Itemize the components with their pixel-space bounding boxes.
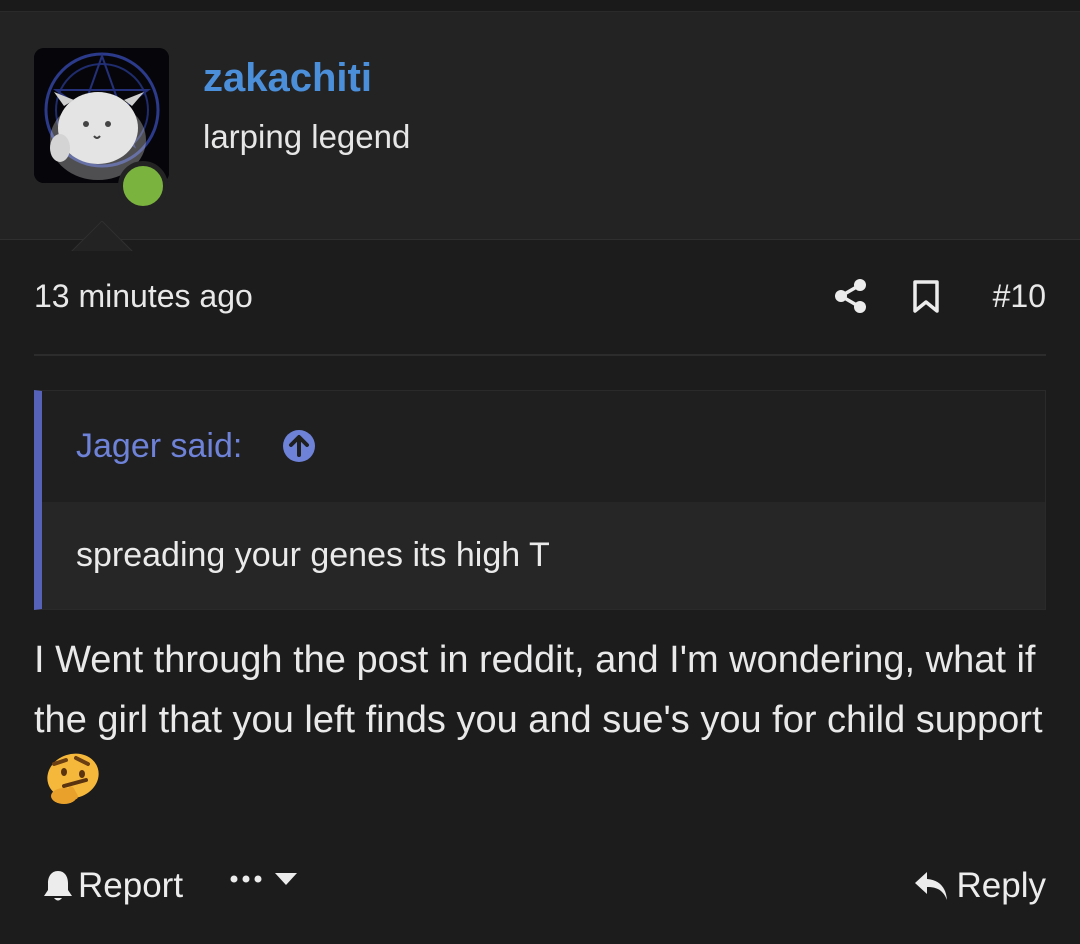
reply-arrow-icon	[914, 872, 947, 900]
username[interactable]: zakachiti	[203, 56, 372, 101]
user-title: larping legend	[203, 118, 411, 155]
top-bar	[0, 0, 1080, 12]
post-actions: Report Reply	[34, 858, 1046, 912]
header-pointer-arrow	[70, 221, 134, 253]
online-status-indicator	[118, 161, 168, 211]
reply-button[interactable]: Reply	[913, 866, 1046, 906]
report-label: Report	[78, 866, 184, 905]
caret-down-icon	[275, 873, 297, 885]
quote-text: spreading your genes its high T	[76, 536, 550, 574]
quote-block: Jager said: spreading your genes its hig…	[34, 390, 1046, 610]
post-number[interactable]: #10	[993, 278, 1046, 315]
divider	[34, 354, 1046, 356]
quote-author[interactable]: Jager said:	[76, 427, 242, 466]
arrow-up-circle-icon[interactable]	[282, 429, 316, 463]
post-meta-row: 13 minutes ago #10	[34, 270, 1046, 330]
share-icon[interactable]	[834, 278, 868, 314]
quote-body: spreading your genes its high T	[42, 502, 1045, 609]
bookmark-icon[interactable]	[912, 280, 940, 314]
user-header: zakachiti larping legend	[0, 12, 1080, 253]
thinking-face-emoji	[47, 753, 99, 804]
post-message: I Went through the post in reddit, and I…	[34, 630, 1054, 812]
post-timestamp[interactable]: 13 minutes ago	[34, 278, 253, 315]
ellipsis-icon	[230, 875, 262, 883]
post-message-text: I Went through the post in reddit, and I…	[34, 639, 1043, 741]
bell-icon	[44, 871, 72, 901]
quote-header: Jager said:	[42, 391, 1045, 502]
report-button[interactable]: Report	[42, 866, 183, 906]
reply-label: Reply	[956, 866, 1046, 905]
more-options-button[interactable]	[230, 872, 298, 886]
